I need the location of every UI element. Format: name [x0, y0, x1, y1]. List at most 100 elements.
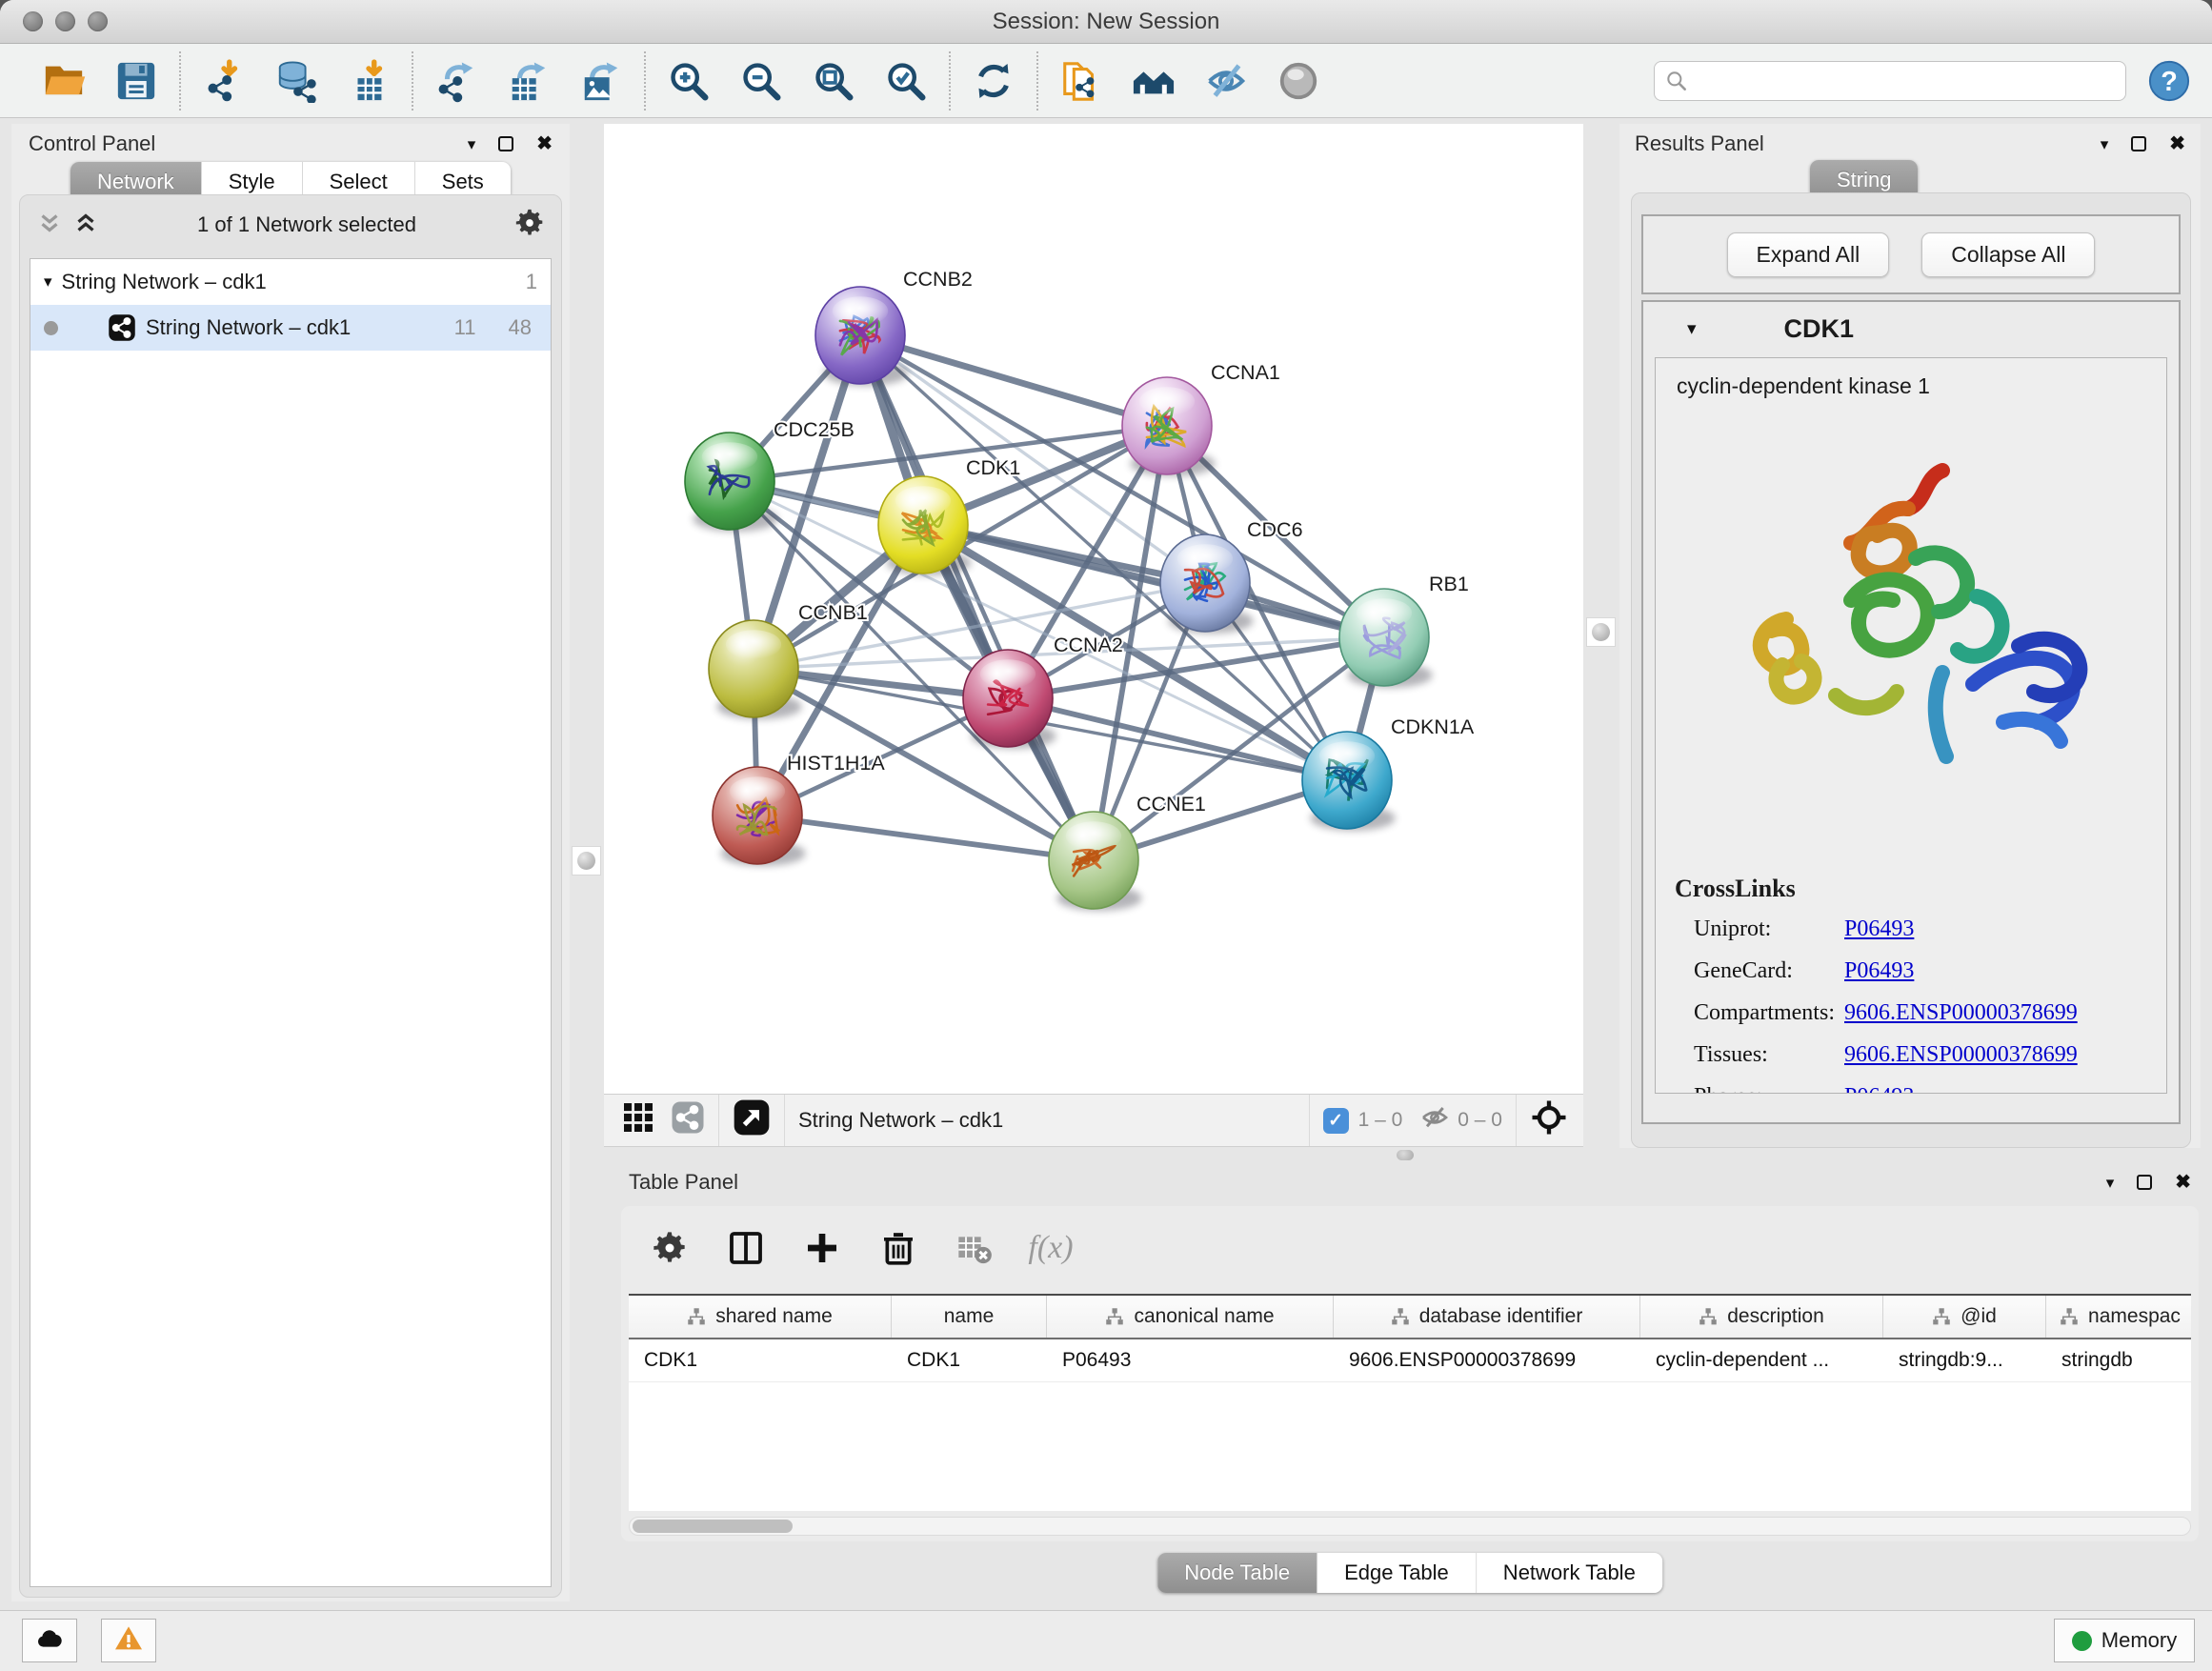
crosslink-link[interactable]: P06493	[1844, 958, 1914, 984]
preview-sphere-button[interactable]	[1275, 57, 1322, 105]
network-node-CDK1[interactable]: CDK1	[878, 456, 1020, 575]
expand-all-button[interactable]: Expand All	[1727, 232, 1890, 277]
import-network-file-button[interactable]	[200, 57, 248, 105]
table-row[interactable]: CDK1CDK1P064939606.ENSP00000378699cyclin…	[629, 1339, 2191, 1382]
network-node-RB1[interactable]: RB1	[1339, 573, 1469, 688]
left-splitter-handle[interactable]	[572, 846, 601, 876]
table-cell[interactable]: stringdb:9...	[1883, 1339, 2046, 1381]
network-panel-body: 1 of 1 Network selected ▾ String Network…	[19, 194, 562, 1598]
table-horizontal-scrollbar[interactable]	[629, 1517, 2191, 1536]
copy-share-document-button[interactable]	[1057, 57, 1105, 105]
memory-button[interactable]: Memory	[2054, 1619, 2195, 1662]
column-header-database-identifier[interactable]: database identifier	[1334, 1296, 1640, 1338]
selected-checkbox-icon[interactable]: ✓	[1323, 1108, 1349, 1134]
save-session-button[interactable]	[112, 57, 160, 105]
results-panel-float-icon[interactable]	[2131, 136, 2146, 151]
open-session-button[interactable]	[40, 57, 88, 105]
table-cell[interactable]: stringdb	[2046, 1339, 2191, 1381]
crosslink-link[interactable]: P06493	[1844, 916, 1914, 942]
string-results-body: Expand All Collapse All ▾ CDK1 cyclin-de…	[1631, 192, 2191, 1148]
table-cell[interactable]: P06493	[1047, 1339, 1334, 1381]
control-panel-float-icon[interactable]	[498, 136, 513, 151]
crosslink-link[interactable]: P06493	[1844, 1084, 1914, 1094]
table-delete-button[interactable]	[955, 1228, 995, 1268]
warnings-button[interactable]	[101, 1619, 156, 1662]
table-cell[interactable]: CDK1	[892, 1339, 1047, 1381]
network-options-gear-icon[interactable]	[513, 207, 546, 244]
network-canvas[interactable]: CCNB2 CCNA1 CDC25B CDK1 CDC6	[604, 124, 1583, 1094]
column-header-shared-name[interactable]: shared name	[629, 1296, 892, 1338]
expand-all-networks-icon[interactable]	[71, 209, 100, 242]
export-network-button[interactable]	[432, 57, 480, 105]
gear-button[interactable]	[650, 1228, 690, 1268]
column-header-name[interactable]: name	[892, 1296, 1047, 1338]
crosslink-link[interactable]: 9606.ENSP00000378699	[1844, 1042, 2078, 1068]
add-button[interactable]	[802, 1228, 842, 1268]
help-button[interactable]: ?	[2147, 59, 2191, 103]
network-node-HIST1H1A[interactable]: HIST1H1A	[713, 752, 885, 866]
detach-view-icon[interactable]	[733, 1098, 771, 1142]
table-cell[interactable]: CDK1	[629, 1339, 892, 1381]
table-panel-collapse-icon[interactable]: ▾	[2106, 1175, 2115, 1191]
export-image-button[interactable]	[577, 57, 625, 105]
results-panel-collapse-icon[interactable]: ▾	[2101, 136, 2109, 152]
export-table-button[interactable]	[505, 57, 553, 105]
show-hide-graphics-button[interactable]	[1202, 57, 1250, 105]
network-overview-icon[interactable]	[671, 1100, 705, 1140]
fit-content-icon[interactable]	[1530, 1098, 1568, 1142]
entry-collapse-icon[interactable]: ▾	[1687, 318, 1697, 340]
columns-button[interactable]	[726, 1228, 766, 1268]
results-panel-close-icon[interactable]: ✖	[2169, 134, 2185, 153]
first-neighbors-button[interactable]	[1130, 57, 1177, 105]
network-row[interactable]: String Network – cdk1 11 48	[30, 305, 551, 351]
table-cell[interactable]: 9606.ENSP00000378699	[1334, 1339, 1640, 1381]
network-icon	[108, 313, 136, 342]
network-column-icon	[687, 1307, 706, 1326]
import-network-database-button[interactable]	[272, 57, 320, 105]
zoom-selected-button[interactable]	[882, 57, 930, 105]
network-node-CCNB2[interactable]: CCNB2	[815, 268, 973, 386]
search-input[interactable]	[1697, 70, 2116, 92]
refresh-layout-button[interactable]	[970, 57, 1017, 105]
network-edge[interactable]	[860, 335, 1094, 860]
network-collection-row[interactable]: ▾ String Network – cdk1 1	[30, 259, 551, 305]
table-cell[interactable]: cyclin-dependent ...	[1640, 1339, 1883, 1381]
right-splitter-handle[interactable]	[1586, 617, 1616, 647]
control-panel-collapse-icon[interactable]: ▾	[468, 136, 476, 152]
collapse-all-networks-icon[interactable]	[35, 209, 64, 242]
network-node-CDKN1A[interactable]: CDKN1A	[1302, 715, 1475, 831]
horizontal-splitter-handle[interactable]	[1397, 1150, 1414, 1160]
zoom-in-button[interactable]	[665, 57, 713, 105]
network-graph[interactable]: CCNB2 CCNA1 CDC25B CDK1 CDC6	[604, 124, 1583, 1094]
node-label: CCNE1	[1136, 793, 1206, 815]
gene-name: CDK1	[1784, 314, 1855, 344]
column-header-namespac[interactable]: namespac	[2046, 1296, 2191, 1338]
network-edge[interactable]	[923, 525, 1384, 637]
fx-button[interactable]: f(x)	[1031, 1228, 1071, 1268]
column-header--id[interactable]: @id	[1883, 1296, 2046, 1338]
network-edge[interactable]	[757, 815, 1094, 860]
table-panel-close-icon[interactable]: ✖	[2175, 1173, 2191, 1192]
network-edge[interactable]	[860, 335, 1167, 426]
scrollbar-thumb[interactable]	[633, 1520, 793, 1533]
tab-node-table[interactable]: Node Table	[1157, 1553, 1317, 1593]
network-node-CCNA1[interactable]: CCNA1	[1122, 361, 1280, 476]
zoom-fit-button[interactable]	[810, 57, 857, 105]
hidden-node-edge-count: 0 – 0	[1458, 1109, 1502, 1132]
birds-eye-view-icon[interactable]	[621, 1100, 655, 1140]
tab-network-table[interactable]: Network Table	[1477, 1553, 1662, 1593]
column-header-canonical-name[interactable]: canonical name	[1047, 1296, 1334, 1338]
hidden-eye-icon[interactable]	[1419, 1102, 1450, 1138]
collapse-all-button[interactable]: Collapse All	[1921, 232, 2095, 277]
column-header-description[interactable]: description	[1640, 1296, 1883, 1338]
network-column-icon	[1932, 1307, 1951, 1326]
collection-expand-icon[interactable]: ▾	[44, 272, 52, 292]
import-table-file-button[interactable]	[345, 57, 392, 105]
crosslink-link[interactable]: 9606.ENSP00000378699	[1844, 1000, 2078, 1026]
trash-button[interactable]	[878, 1228, 918, 1268]
table-panel-float-icon[interactable]	[2137, 1175, 2152, 1190]
cloud-button[interactable]	[22, 1619, 77, 1662]
zoom-out-button[interactable]	[737, 57, 785, 105]
tab-edge-table[interactable]: Edge Table	[1317, 1553, 1477, 1593]
control-panel-close-icon[interactable]: ✖	[536, 134, 553, 153]
